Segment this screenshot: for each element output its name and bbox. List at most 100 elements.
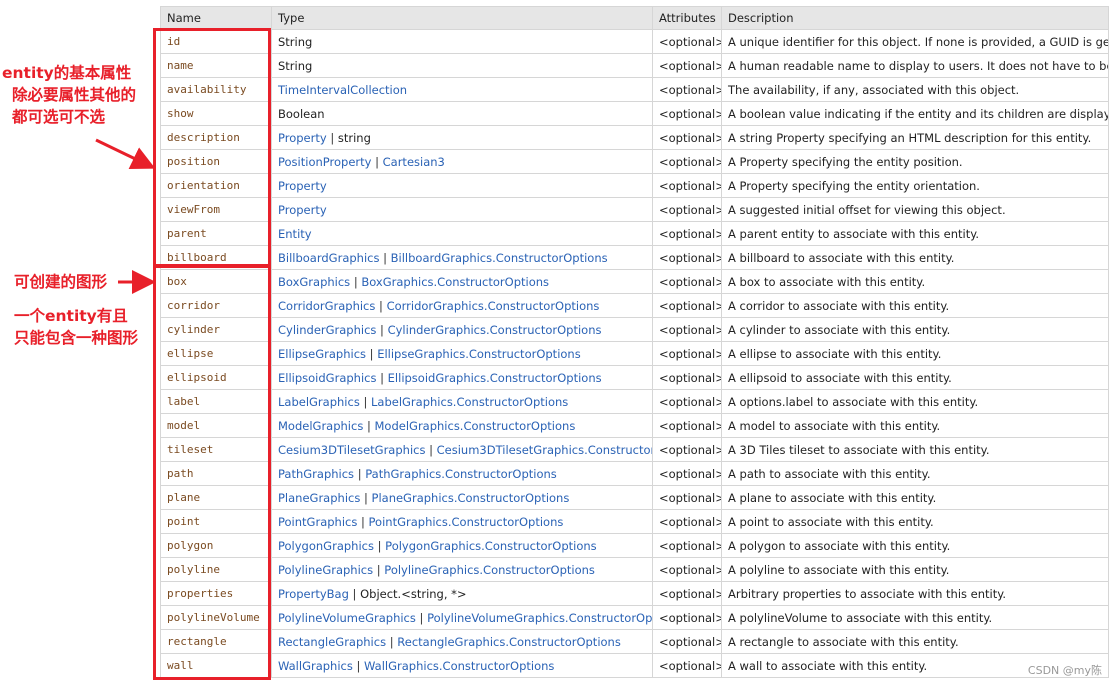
type-link[interactable]: BoxGraphics [278, 275, 350, 289]
type-link[interactable]: PolylineGraphics.ConstructorOptions [384, 563, 595, 577]
param-type: Boolean [271, 101, 653, 126]
param-type: LabelGraphics | LabelGraphics.Constructo… [271, 389, 653, 414]
type-separator: | [348, 586, 361, 601]
type-link[interactable]: CylinderGraphics [278, 323, 376, 337]
param-attributes: <optional> [652, 533, 722, 558]
param-type: Property [271, 197, 653, 222]
table-row: path PathGraphics | PathGraphics.Construc… [160, 461, 1109, 486]
param-type: TimeIntervalCollection [271, 77, 653, 102]
type-separator: | [350, 274, 362, 289]
type-separator: | [326, 130, 338, 145]
type-link[interactable]: Property [278, 203, 327, 217]
type-text: String [278, 34, 313, 49]
param-description: A corridor to associate with this entity… [721, 293, 1109, 318]
param-description: A suggested initial offset for viewing t… [721, 197, 1109, 222]
type-separator: | [373, 538, 386, 553]
annotation-graphics-note: 一个entity有且只能包含一种图形 [14, 307, 139, 347]
type-link[interactable]: BillboardGraphics.ConstructorOptions [391, 251, 608, 265]
type-separator: | [373, 562, 385, 577]
param-attributes: <optional> [652, 53, 722, 78]
param-description: A options.label to associate with this e… [721, 389, 1109, 414]
param-attributes: <optional> [652, 557, 722, 582]
param-type: PolylineVolumeGraphics | PolylineVolumeG… [271, 605, 653, 630]
param-attributes: <optional> [652, 197, 722, 222]
type-link[interactable]: RectangleGraphics.ConstructorOptions [397, 635, 621, 649]
type-link[interactable]: Cesium3DTilesetGraphics.ConstructorOptio… [437, 443, 652, 457]
type-separator: | [359, 394, 371, 409]
header-description: Description [721, 6, 1109, 30]
param-type: Cesium3DTilesetGraphics | Cesium3DTilese… [271, 437, 653, 462]
type-link[interactable]: WallGraphics [278, 659, 353, 673]
type-link[interactable]: Cesium3DTilesetGraphics [278, 443, 425, 457]
table-row: availability TimeIntervalCollection <optio… [160, 77, 1109, 102]
type-link[interactable]: RectangleGraphics [278, 635, 386, 649]
param-type: ModelGraphics | ModelGraphics.Constructo… [271, 413, 653, 438]
param-description: A polygon to associate with this entity. [721, 533, 1109, 558]
param-type: Property [271, 173, 653, 198]
type-link[interactable]: WallGraphics.ConstructorOptions [364, 659, 554, 673]
param-type: Property | string [271, 125, 653, 150]
type-link[interactable]: EllipseGraphics [278, 347, 366, 361]
type-link[interactable]: EllipsoidGraphics [278, 371, 376, 385]
type-link[interactable]: Property [278, 179, 327, 193]
param-attributes: <optional> [652, 653, 722, 678]
type-link[interactable]: PolylineVolumeGraphics [278, 611, 416, 625]
type-text: Boolean [278, 106, 325, 121]
type-link[interactable]: Property [278, 131, 327, 145]
type-separator: | [386, 634, 398, 649]
type-link[interactable]: ModelGraphics [278, 419, 363, 433]
type-link[interactable]: PlaneGraphics [278, 491, 360, 505]
type-link[interactable]: PolygonGraphics [278, 539, 374, 553]
type-link[interactable]: PathGraphics.ConstructorOptions [365, 467, 557, 481]
table-row: polyline PolylineGraphics | PolylineGraph… [160, 557, 1109, 582]
table-row: ellipsoid EllipsoidGraphics | EllipsoidGr… [160, 365, 1109, 390]
table-row: tileset Cesium3DTilesetGraphics | Cesium3… [160, 437, 1109, 462]
type-link[interactable]: CylinderGraphics.ConstructorOptions [388, 323, 602, 337]
table-row: label LabelGraphics | LabelGraphics.Const… [160, 389, 1109, 414]
type-link[interactable]: PolylineGraphics [278, 563, 373, 577]
type-link[interactable]: PlaneGraphics.ConstructorOptions [372, 491, 570, 505]
type-link[interactable]: TimeIntervalCollection [278, 83, 407, 97]
type-link[interactable]: LabelGraphics [278, 395, 360, 409]
type-link[interactable]: PolygonGraphics.ConstructorOptions [385, 539, 596, 553]
table-row: box BoxGraphics | BoxGraphics.Constructor… [160, 269, 1109, 294]
table-row: ellipse EllipseGraphics | EllipseGraphics… [160, 341, 1109, 366]
type-link[interactable]: EllipseGraphics.ConstructorOptions [377, 347, 581, 361]
param-description: A Property specifying the entity orienta… [721, 173, 1109, 198]
header-attributes: Attributes [652, 6, 722, 30]
table-row: corridor CorridorGraphics | CorridorGraph… [160, 293, 1109, 318]
param-attributes: <optional> [652, 221, 722, 246]
type-link[interactable]: PathGraphics [278, 467, 354, 481]
type-link[interactable]: PolylineVolumeGraphics.ConstructorOption… [427, 611, 651, 625]
param-type: PathGraphics | PathGraphics.ConstructorO… [271, 461, 653, 486]
type-link[interactable]: BillboardGraphics [278, 251, 379, 265]
type-link[interactable]: CorridorGraphics [278, 299, 375, 313]
param-attributes: <optional> [652, 269, 722, 294]
highlight-graphics [153, 265, 271, 680]
type-link[interactable]: ModelGraphics.ConstructorOptions [375, 419, 576, 433]
type-link[interactable]: Cartesian3 [383, 155, 445, 169]
header-type: Type [271, 6, 653, 30]
type-link[interactable]: LabelGraphics.ConstructorOptions [371, 395, 568, 409]
type-link[interactable]: BoxGraphics.ConstructorOptions [361, 275, 549, 289]
type-link[interactable]: PropertyBag [278, 587, 349, 601]
type-link[interactable]: EllipsoidGraphics.ConstructorOptions [388, 371, 602, 385]
param-attributes: <optional> [652, 581, 722, 606]
type-separator: | [360, 490, 372, 505]
type-link[interactable]: Entity [278, 227, 312, 241]
param-attributes: <optional> [652, 341, 722, 366]
type-link[interactable]: CorridorGraphics.ConstructorOptions [387, 299, 600, 313]
param-description: A billboard to associate with this entit… [721, 245, 1109, 270]
table-row: show Boolean <optional> A boolean value ind… [160, 101, 1109, 126]
header-name: Name [160, 6, 272, 30]
type-link[interactable]: PointGraphics.ConstructorOptions [369, 515, 564, 529]
param-type: PlaneGraphics | PlaneGraphics.Constructo… [271, 485, 653, 510]
param-type: String [271, 53, 653, 78]
annotation-basic-properties: entity的基本属性 除必要属性其他的都可选可不选 [2, 62, 152, 128]
param-attributes: <optional> [652, 245, 722, 270]
table-row: cylinder CylinderGraphics | CylinderGraph… [160, 317, 1109, 342]
table-row: orientation Property <optional> A Property … [160, 173, 1109, 198]
param-attributes: <optional> [652, 365, 722, 390]
type-link[interactable]: PositionProperty [278, 155, 371, 169]
type-link[interactable]: PointGraphics [278, 515, 357, 529]
